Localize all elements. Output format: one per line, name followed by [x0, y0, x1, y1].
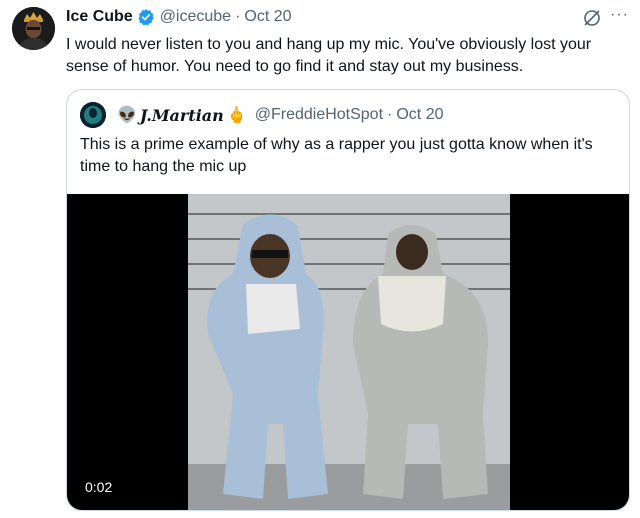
avatar-image: [12, 7, 55, 50]
verified-badge-icon: [137, 8, 155, 26]
video-timestamp: 0:02: [77, 475, 121, 499]
quote-text: This is a prime example of why as a rapp…: [80, 136, 593, 175]
author-name[interactable]: Ice Cube: [66, 8, 133, 26]
author-avatar[interactable]: [12, 7, 55, 50]
quote-author-handle[interactable]: @FreddieHotSpot: [255, 106, 383, 124]
quoted-tweet[interactable]: 👽 J.Martian 🖕 @FreddieHotSpot · Oct 20 T…: [66, 89, 630, 511]
tweet-date[interactable]: Oct 20: [244, 8, 291, 26]
quote-author-name[interactable]: J.Martian: [140, 106, 224, 125]
quote-author-avatar[interactable]: [80, 102, 106, 128]
quote-header: 👽 J.Martian 🖕 @FreddieHotSpot · Oct 20: [80, 102, 444, 128]
tweet-header: Ice Cube @icecube · Oct 20: [66, 8, 292, 26]
quote-name-suffix-emoji: 🖕: [226, 107, 247, 124]
quote-date[interactable]: Oct 20: [396, 106, 443, 124]
quote-header-separator: ·: [387, 106, 393, 123]
quote-name-prefix-emoji: 👽: [117, 107, 137, 124]
author-handle[interactable]: @icecube: [160, 8, 231, 26]
more-icon[interactable]: ···: [610, 6, 629, 24]
grok-icon[interactable]: [582, 8, 602, 28]
header-separator: ·: [235, 8, 241, 25]
tweet-text: I would never listen to you and hang up …: [66, 36, 592, 75]
video-frame: [188, 194, 510, 510]
video-player[interactable]: 0:02: [67, 194, 629, 510]
